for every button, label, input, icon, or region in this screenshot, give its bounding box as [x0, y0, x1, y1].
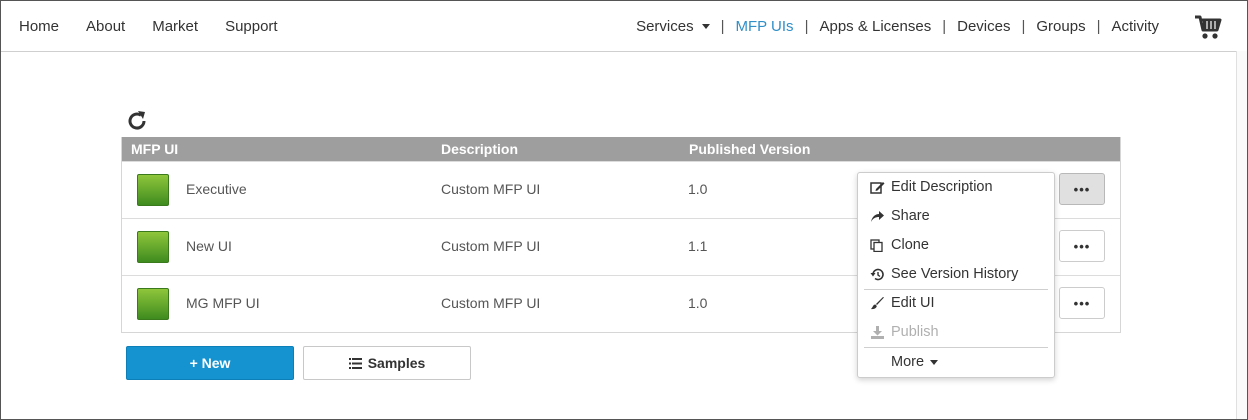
history-icon [870, 268, 884, 280]
column-header-description[interactable]: Description [441, 141, 518, 157]
menu-item-edit-ui[interactable]: Edit UI [870, 292, 935, 314]
mfp-ui-version: 1.0 [688, 295, 708, 311]
menu-item-version-history[interactable]: See Version History [870, 263, 1018, 285]
mfp-ui-version: 1.1 [688, 238, 708, 254]
chevron-down-icon [930, 359, 939, 365]
menu-item-edit-description[interactable]: Edit Description [870, 176, 993, 198]
nav-about[interactable]: About [86, 18, 125, 35]
refresh-icon[interactable] [125, 109, 149, 133]
nav-separator: | [1021, 17, 1026, 35]
menu-item-label: Share [891, 208, 930, 224]
menu-item-label: Edit Description [891, 179, 993, 195]
nav-home[interactable]: Home [19, 18, 59, 35]
mfp-ui-icon [137, 174, 169, 206]
menu-item-clone[interactable]: Clone [870, 234, 929, 256]
nav-separator: | [942, 17, 947, 35]
column-header-published-version[interactable]: Published Version [689, 141, 810, 157]
app-window: Home About Market Support Services | MFP… [0, 0, 1248, 420]
clone-icon [870, 238, 883, 252]
column-header-mfp-ui[interactable]: MFP UI [131, 141, 178, 157]
nav-groups[interactable]: Groups [1036, 18, 1085, 35]
menu-item-share[interactable]: Share [870, 205, 930, 227]
nav-left: Home About Market Support [19, 1, 278, 51]
menu-item-label: Clone [891, 237, 929, 253]
nav-apps-licenses[interactable]: Apps & Licenses [819, 18, 931, 35]
mfp-ui-description: Custom MFP UI [441, 238, 541, 254]
menu-item-label: Edit UI [891, 295, 935, 311]
mfp-ui-name: New UI [186, 238, 232, 254]
edit-icon [870, 181, 885, 194]
mfp-ui-icon [137, 288, 169, 320]
mfp-ui-icon [137, 231, 169, 263]
nav-market[interactable]: Market [152, 18, 198, 35]
row-actions-button[interactable]: ••• [1059, 173, 1105, 205]
row-actions-button[interactable]: ••• [1059, 230, 1105, 262]
menu-item-publish: Publish [870, 321, 939, 343]
row-actions-button[interactable]: ••• [1059, 287, 1105, 319]
chevron-down-icon [701, 24, 710, 30]
nav-services-label: Services [636, 17, 694, 35]
nav-services[interactable]: Services [636, 18, 710, 35]
mfp-ui-name: Executive [186, 181, 247, 197]
scrollbar[interactable] [1236, 51, 1247, 419]
nav-activity[interactable]: Activity [1111, 18, 1159, 35]
top-nav: Home About Market Support Services | MFP… [1, 1, 1247, 52]
nav-separator: | [804, 17, 809, 35]
brush-icon [871, 296, 884, 309]
table-header: MFP UI Description Published Version [122, 137, 1120, 161]
menu-divider [864, 289, 1048, 290]
list-icon [348, 357, 362, 369]
mfp-ui-version: 1.0 [688, 181, 708, 197]
share-icon [871, 210, 884, 222]
menu-item-label: See Version History [891, 266, 1019, 282]
menu-item-more[interactable]: More [891, 351, 939, 373]
menu-divider [864, 347, 1048, 348]
mfp-ui-name: MG MFP UI [186, 295, 260, 311]
download-icon [871, 325, 884, 339]
samples-button-label: Samples [367, 355, 426, 371]
nav-right: Services | MFP UIs | Apps & Licenses | D… [636, 1, 1159, 51]
nav-devices[interactable]: Devices [957, 18, 1010, 35]
cart-icon[interactable] [1194, 14, 1222, 40]
nav-support[interactable]: Support [225, 18, 278, 35]
mfp-ui-description: Custom MFP UI [441, 295, 541, 311]
menu-item-label: More [891, 354, 925, 370]
nav-separator: | [720, 17, 725, 35]
nav-separator: | [1096, 17, 1101, 35]
row-actions-menu: Edit Description Share Clone See Version… [857, 172, 1055, 378]
samples-button[interactable]: Samples [303, 346, 471, 380]
nav-mfp-uis[interactable]: MFP UIs [736, 18, 794, 35]
new-button[interactable]: + New [126, 346, 294, 380]
menu-item-label: Publish [891, 324, 939, 340]
mfp-ui-description: Custom MFP UI [441, 181, 541, 197]
